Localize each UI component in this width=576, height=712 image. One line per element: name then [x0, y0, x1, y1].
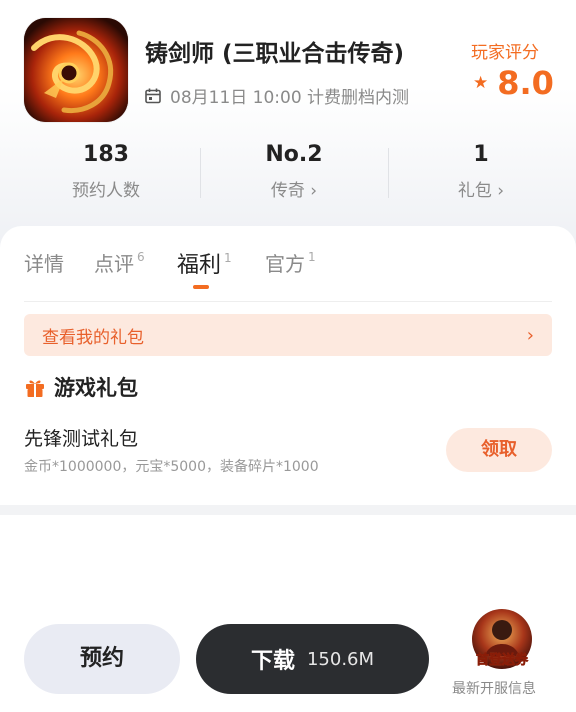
rating-score: ★ 8.0 — [473, 64, 554, 102]
schedule-text: 08月11日 10:00 计费删档内测 — [170, 88, 410, 108]
my-gifts-text: 查看我的礼包 — [42, 327, 144, 348]
server-info-label[interactable]: 最新开服信息 — [452, 678, 536, 698]
rating-label: 玩家评分 — [471, 43, 539, 63]
tab-details[interactable]: 详情 — [24, 248, 64, 277]
tab-bar: 详情 点评 6 福利 1 官方 1 — [0, 226, 576, 302]
gift-pack-name: 先锋测试礼包 — [24, 428, 139, 450]
game-title: 铸剑师 (三职业合击传奇) — [145, 41, 405, 67]
stat-value: 1 — [473, 142, 489, 167]
stat-ranking[interactable]: No.2 传奇 › — [198, 140, 390, 201]
stat-label: 传奇 › — [270, 181, 318, 201]
game-app-icon — [24, 18, 128, 122]
stat-value: No.2 — [265, 142, 323, 167]
tab-label: 点评 — [94, 252, 134, 276]
divider — [24, 301, 552, 302]
gift-icon — [26, 380, 44, 397]
test-schedule: 08月11日 10:00 计费删档内测 — [145, 83, 409, 108]
download-label: 下载 — [250, 649, 295, 674]
stat-reservations: 183 预约人数 — [10, 140, 202, 201]
stats-row: 183 预约人数 No.2 传奇 › 1 礼包 › — [0, 140, 576, 208]
calendar-icon — [145, 88, 161, 103]
stat-value: 183 — [83, 142, 129, 167]
gift-pack-contents: 金币*1000000，元宝*5000，装备碎片*1000 — [24, 459, 319, 475]
my-gifts-link[interactable]: 查看我的礼包 › — [24, 314, 552, 356]
chevron-right-icon: › — [526, 324, 534, 346]
rating-value: 8.0 — [497, 64, 554, 102]
tab-count: 1 — [308, 250, 316, 264]
section-title-text: 游戏礼包 — [54, 376, 138, 400]
active-tab-indicator — [193, 285, 209, 289]
tab-label: 详情 — [24, 252, 64, 276]
tab-label: 官方 — [265, 252, 305, 276]
tab-count: 6 — [137, 250, 145, 264]
tab-reviews[interactable]: 点评 6 — [94, 248, 145, 277]
gift-section-title: 游戏礼包 — [24, 372, 138, 402]
download-button[interactable]: 下载 150.6M — [196, 624, 429, 694]
stat-label: 礼包 › — [457, 181, 505, 201]
server-badge-text: 首登送券 — [476, 652, 529, 668]
server-info-thumbnail[interactable]: 首登送券 — [467, 606, 537, 676]
tab-count: 1 — [224, 251, 232, 265]
tab-official[interactable]: 官方 1 — [265, 248, 316, 277]
star-icon: ★ — [473, 73, 489, 93]
section-gap — [0, 505, 576, 515]
stat-label: 预约人数 — [72, 181, 140, 201]
stat-gift-packs[interactable]: 1 礼包 › — [385, 140, 576, 201]
reserve-button[interactable]: 预约 — [24, 624, 180, 694]
claim-button[interactable]: 领取 — [446, 428, 552, 472]
tab-benefits[interactable]: 福利 1 — [177, 247, 232, 279]
content-panel: 详情 点评 6 福利 1 官方 1 查看我的礼包 › 游戏礼包 先锋测试礼包 金币*1… — [0, 226, 576, 516]
download-size: 150.6M — [306, 648, 375, 670]
tab-label: 福利 — [177, 253, 222, 278]
